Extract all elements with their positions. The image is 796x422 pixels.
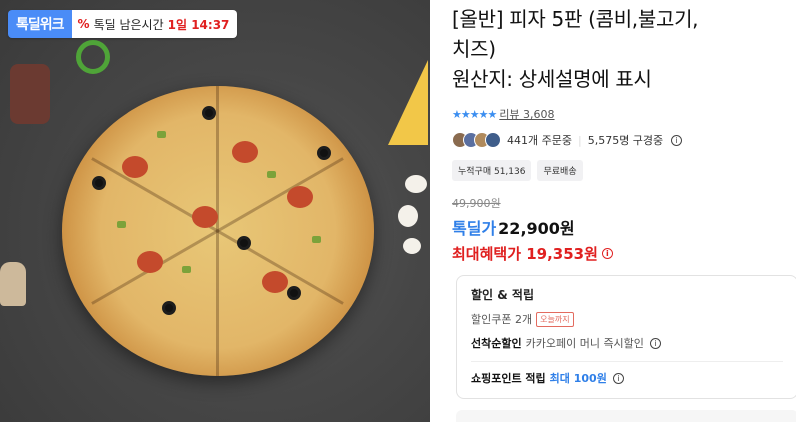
olive: [287, 286, 301, 300]
product-page: 톡딜위크 % 톡딜 남은시간 1일 14:37 [올반] 피자 5판 (콤비,불…: [0, 0, 796, 422]
point-line: 쇼핑포인트 적립 최대 100원 i: [471, 370, 783, 386]
title-line: 원산지: 상세설명에 표시: [452, 67, 652, 91]
product-title: [올반] 피자 5판 (콤비,불고기, 치즈) 원산지: 상세설명에 표시: [452, 4, 796, 94]
title-line: 치즈): [452, 37, 496, 61]
cheese-decoration: [388, 60, 428, 145]
free-shipping-tag: 무료배송: [537, 160, 583, 181]
review-link[interactable]: 리뷰 3,608: [499, 106, 554, 122]
olive: [237, 236, 251, 250]
egg-decoration: [403, 238, 421, 254]
mushroom-decoration: [0, 262, 26, 306]
watching-count: 5,575명 구경중: [587, 134, 664, 147]
max-benefit-price: 최대혜택가 19,353원: [452, 245, 598, 263]
percent-icon: %: [77, 17, 90, 31]
info-icon[interactable]: i: [649, 337, 661, 349]
olive: [92, 176, 106, 190]
timer-value: 1일 14:37: [167, 17, 230, 32]
next-section-card: [456, 410, 796, 422]
discount-title: 할인 & 적립: [471, 288, 534, 302]
review-row: ★★★★★ 리뷰 3,608: [452, 106, 796, 122]
green-pepper: [312, 236, 321, 243]
tokdeal-badge: 톡딜위크 % 톡딜 남은시간 1일 14:37: [8, 10, 238, 38]
title-line: [올반] 피자 5판 (콤비,불고기,: [452, 7, 699, 31]
product-info: [올반] 피자 5판 (콤비,불고기, 치즈) 원산지: 상세설명에 표시 ★★…: [452, 0, 796, 422]
coupon-text: 할인쿠폰 2개: [471, 313, 533, 326]
max-benefit-row: 최대혜택가 19,353원 i: [452, 243, 796, 264]
discount-box: 할인 & 적립 할인쿠폰 2개 오늘까지 선착순할인 카카오페이 머니 즉시할인…: [456, 275, 796, 399]
olive: [202, 106, 216, 120]
timer-label: 톡딜 남은시간: [93, 17, 164, 32]
pepperoni: [262, 271, 288, 293]
buyer-avatars: [452, 132, 501, 148]
info-icon[interactable]: i: [612, 372, 624, 384]
avatar: [485, 132, 501, 148]
deal-price-label: 톡딜가: [452, 219, 497, 238]
coupon-chip: 오늘까지: [536, 311, 574, 327]
egg-decoration: [405, 175, 427, 193]
green-pepper: [182, 266, 191, 273]
pepperoni: [232, 141, 258, 163]
orders-count: 441개 주문중: [507, 134, 572, 147]
tokdeal-logo: 톡딜위크: [8, 10, 72, 38]
salami-decoration: [10, 64, 50, 124]
olive: [317, 146, 331, 160]
point-value: 최대 100원: [549, 372, 607, 385]
pepper-ring-decoration: [76, 40, 110, 74]
cumulative-purchase-tag: 누적구매 51,136: [452, 160, 532, 181]
tag-list: 누적구매 51,136 무료배송: [452, 160, 796, 181]
info-icon[interactable]: i: [601, 248, 613, 259]
pepperoni: [122, 156, 148, 178]
pepperoni: [137, 251, 163, 273]
info-icon[interactable]: i: [671, 134, 683, 146]
deal-price-row: 톡딜가 22,900원: [452, 215, 796, 239]
point-label: 쇼핑포인트 적립: [471, 372, 546, 385]
buyer-row: 441개 주문중 | 5,575명 구경중 i: [452, 132, 796, 148]
deal-price-value: 22,900원: [498, 219, 575, 238]
pizza-illustration: [62, 86, 374, 376]
divider: |: [577, 133, 582, 147]
pepperoni: [287, 186, 313, 208]
pepperoni: [192, 206, 218, 228]
green-pepper: [157, 131, 166, 138]
first-come-line: 선착순할인 카카오페이 머니 즉시할인 i: [471, 335, 783, 351]
tokdeal-timer: % 톡딜 남은시간 1일 14:37: [71, 10, 238, 38]
egg-decoration: [398, 205, 418, 227]
first-come-label: 선착순할인: [471, 337, 522, 350]
green-pepper: [117, 221, 126, 228]
divider: [471, 361, 783, 362]
coupon-line: 할인쿠폰 2개 오늘까지: [471, 311, 783, 327]
green-pepper: [267, 171, 276, 178]
product-image[interactable]: 톡딜위크 % 톡딜 남은시간 1일 14:37: [0, 0, 430, 422]
first-come-text: 카카오페이 머니 즉시할인: [525, 337, 644, 350]
original-price: 49,900원: [452, 197, 501, 210]
olive: [162, 301, 176, 315]
star-rating-icon: ★★★★★: [452, 107, 497, 121]
